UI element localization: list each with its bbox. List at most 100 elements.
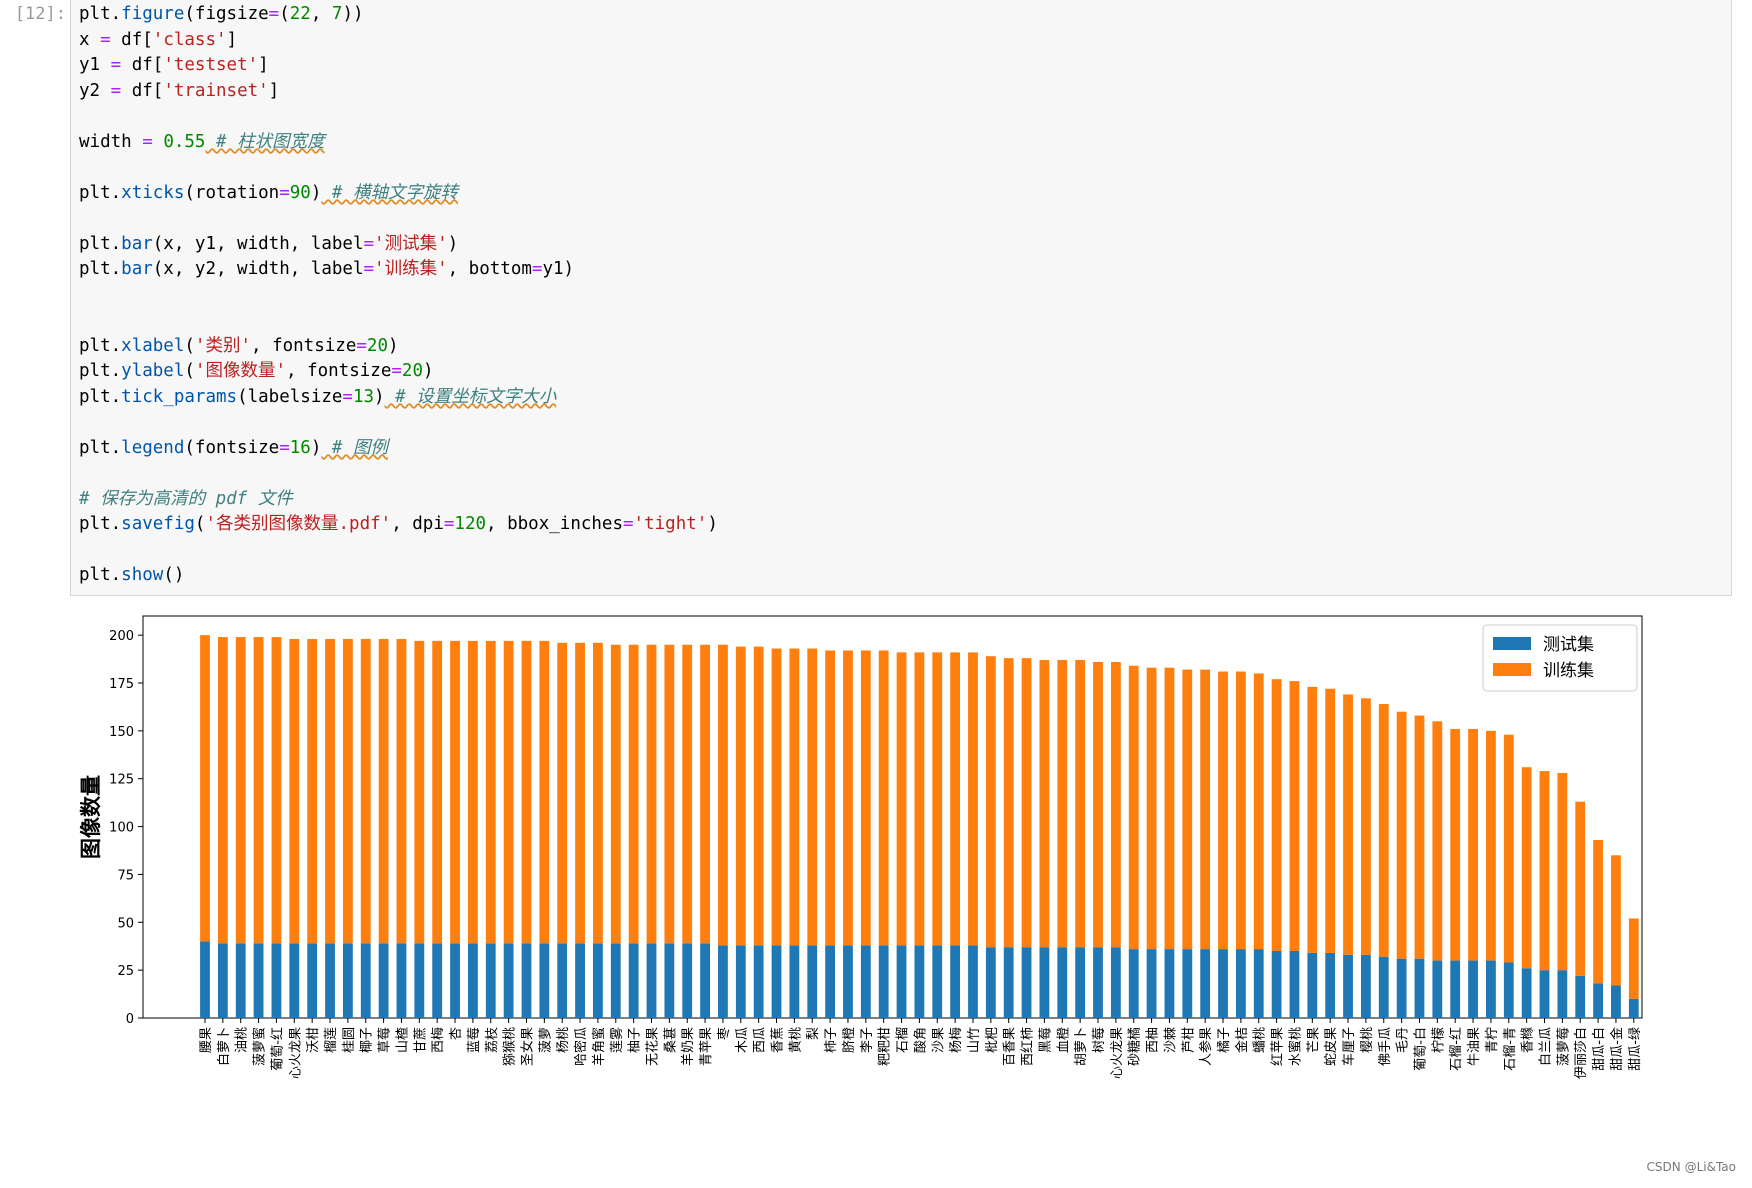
x-tick-label: 榴莲 — [324, 1027, 339, 1053]
code-token: , fontsize — [286, 361, 392, 381]
bar-testset — [1325, 952, 1336, 1018]
bar-trainset — [807, 648, 818, 946]
bar-testset — [1146, 949, 1157, 1018]
bar-testset — [325, 943, 335, 1018]
bar-testset — [1468, 960, 1478, 1018]
code-cell[interactable]: plt.figure(figsize=(22, 7)) x = df['class… — [70, 0, 1732, 596]
bar-trainset — [914, 652, 925, 946]
code-token: plt. — [79, 335, 122, 356]
code-line: plt.xlabel('类别', fontsize=20) — [79, 334, 718, 360]
bar-testset — [1361, 954, 1371, 1018]
code-editor[interactable]: plt.figure(figsize=(22, 7)) x = df['class… — [79, 2, 718, 589]
code-token: # 保存为高清的 pdf 文件 — [79, 488, 293, 509]
bar-testset — [289, 943, 300, 1018]
bar-trainset — [1235, 671, 1246, 950]
bar-trainset — [860, 650, 871, 946]
bar-trainset — [628, 644, 639, 944]
x-tick-label: 蟠桃 — [1253, 1027, 1268, 1053]
bar-testset — [593, 943, 603, 1018]
bar-testset — [718, 945, 728, 1018]
code-token: plt. — [79, 437, 122, 458]
code-token: , bottom — [447, 259, 532, 279]
x-tick-label: 甜瓜-绿 — [1627, 1027, 1643, 1071]
x-tick-label: 红苹果 — [1270, 1027, 1286, 1066]
code-token: = — [110, 55, 122, 75]
code-token: 20 — [401, 361, 423, 381]
bar-testset — [485, 943, 496, 1018]
code-line: width = 0.55 # 柱状图宽度 — [79, 130, 718, 156]
bar-testset — [664, 943, 675, 1018]
legend-swatch — [1493, 663, 1531, 676]
x-tick-label: 黑莓 — [1038, 1027, 1053, 1053]
code-token: (figsize — [184, 4, 269, 24]
bar-testset — [396, 943, 407, 1018]
bar-trainset — [1396, 711, 1407, 959]
code-token: ) — [422, 361, 434, 381]
x-tick-label: 桂圆 — [342, 1027, 357, 1053]
bar-testset — [1164, 949, 1175, 1018]
code-token: bar — [121, 233, 153, 254]
x-tick-label: 菠萝 — [538, 1027, 553, 1053]
code-token: plt. — [79, 386, 122, 407]
bar-trainset — [521, 640, 532, 944]
code-token: 'class' — [152, 29, 227, 50]
code-token: width — [79, 131, 143, 152]
bar-trainset — [825, 650, 835, 946]
x-tick-label: 木瓜 — [735, 1027, 750, 1053]
x-tick-label: 枣 — [717, 1027, 732, 1040]
code-token: = — [279, 437, 290, 458]
code-token: = — [363, 259, 375, 279]
bar-trainset — [396, 638, 407, 944]
bar-testset — [789, 945, 800, 1018]
x-tick-label: 菠萝莓 — [1556, 1027, 1571, 1066]
bar-trainset — [360, 638, 371, 944]
code-token: # 柱状图宽度 — [205, 131, 325, 152]
bar-testset — [1486, 960, 1496, 1018]
code-line: plt.show() — [79, 563, 718, 589]
bar-trainset — [878, 650, 889, 946]
x-tick-label: 椰子 — [360, 1027, 375, 1053]
x-tick-label: 白萝卜 — [216, 1027, 232, 1066]
bar-trainset — [1253, 673, 1264, 950]
code-token: plt. — [79, 565, 122, 585]
bar-trainset — [1503, 734, 1514, 963]
bar-testset — [1628, 998, 1639, 1018]
bar-trainset — [325, 638, 335, 944]
bar-testset — [860, 945, 871, 1018]
x-tick-label: 无花果 — [645, 1027, 661, 1066]
y-tick-label: 200 — [109, 629, 134, 644]
code-token: = — [279, 182, 290, 203]
x-tick-label: 油桃 — [235, 1027, 250, 1053]
bar-trainset — [1146, 667, 1157, 950]
code-token: bar — [121, 259, 153, 279]
x-tick-label: 李子 — [860, 1027, 875, 1053]
bar-testset — [1093, 947, 1103, 1018]
bar-trainset — [1593, 839, 1603, 984]
bar-testset — [1450, 960, 1461, 1018]
bar-testset — [200, 941, 210, 1018]
code-token: 'testset' — [163, 55, 259, 75]
bar-trainset — [1486, 730, 1496, 961]
bar-trainset — [718, 644, 728, 946]
bar-trainset — [1128, 665, 1139, 950]
code-token: plt. — [79, 233, 122, 254]
code-line: plt.tick_params(labelsize=13) # 设置坐标文字大小 — [79, 385, 718, 411]
code-token: '训练集' — [374, 259, 448, 279]
bar-testset — [1539, 970, 1550, 1018]
code-token: 16 — [289, 437, 311, 458]
x-tick-label: 山竹 — [967, 1027, 982, 1053]
bar-trainset — [1343, 694, 1353, 955]
code-token: '类别' — [194, 335, 251, 356]
code-token: xticks — [121, 182, 185, 203]
x-tick-label: 青苹果 — [699, 1027, 714, 1066]
bar-testset — [807, 945, 818, 1018]
code-token: = — [142, 131, 153, 152]
bar-testset — [539, 943, 550, 1018]
bar-trainset — [1307, 686, 1318, 953]
bar-trainset — [789, 648, 800, 946]
bar-testset — [468, 943, 478, 1018]
bar-testset — [1271, 951, 1282, 1018]
stacked-bar-chart: 0 25 50 75 100 125 150 175 200 图像数量腰果 白萝卜 油桃 菠萝蜜 葡萄-红… — [79, 615, 1643, 1079]
